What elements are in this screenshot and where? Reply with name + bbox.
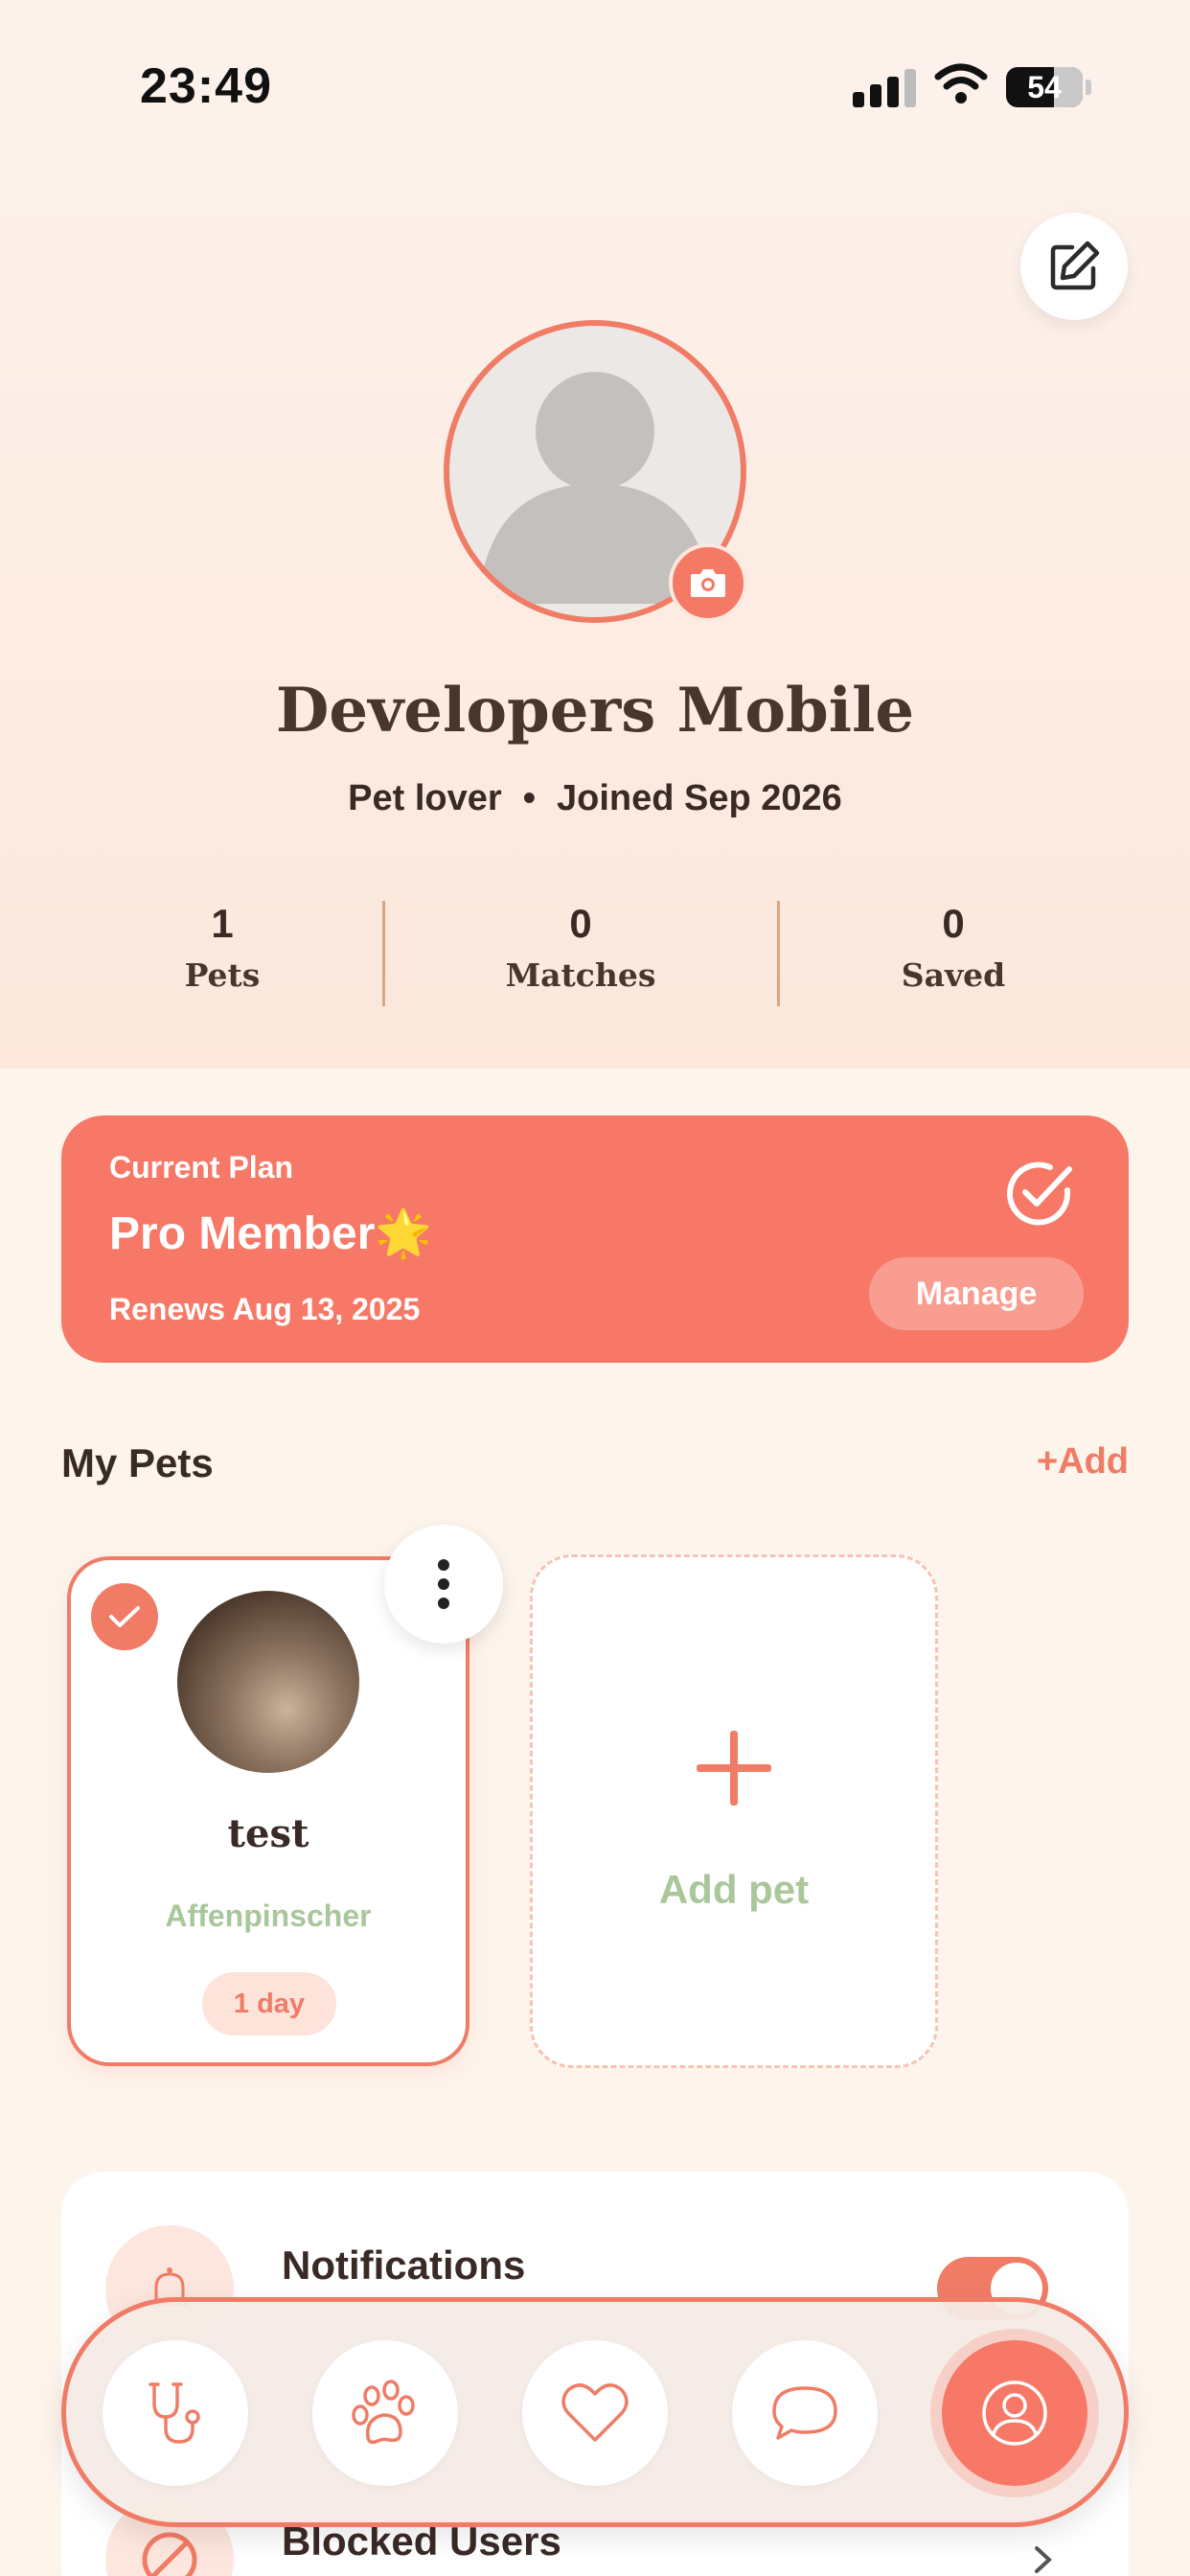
add-pet-card[interactable]: [530, 1554, 938, 2068]
stethoscope-icon: [149, 2382, 200, 2444]
stat-label: Saved: [901, 956, 1006, 994]
stat-label: Matches: [505, 956, 656, 994]
paw-icon: [352, 2380, 415, 2445]
profile-joined: Joined Sep 2026: [557, 778, 842, 818]
chat-icon: [772, 2386, 837, 2440]
stat-value: 0: [569, 901, 592, 946]
separator-dot: •: [522, 778, 537, 818]
pet-photo: [177, 1591, 359, 1773]
battery-tip: [1086, 80, 1091, 95]
plus-icon: [697, 1731, 771, 1806]
stat-label: Pets: [184, 956, 261, 994]
plan-heading: Current Plan: [109, 1150, 294, 1184]
status-time: 23:49: [140, 58, 272, 114]
nav-pets-button[interactable]: [312, 2340, 458, 2486]
plan-renews: Renews Aug 13, 2025: [109, 1292, 421, 1326]
current-plan-card: Current Plan Pro Member🌟 Renews Aug 13, …: [61, 1116, 1129, 1363]
stat-value: 1: [211, 901, 234, 946]
stat-saved[interactable]: 0 Saved: [810, 901, 1097, 994]
stat-pets[interactable]: 1 Pets: [79, 901, 366, 994]
nav-health-button[interactable]: [103, 2340, 248, 2486]
stat-divider: [382, 901, 385, 1006]
add-pet-label: Add pet: [658, 1867, 810, 1912]
plan-star-badge: 🌟: [375, 1208, 433, 1259]
battery-icon: 54: [1006, 67, 1083, 107]
battery-level: 54: [1027, 69, 1062, 104]
chevron-right-icon: [1035, 2546, 1052, 2573]
more-vertical-icon: [438, 1559, 449, 1571]
stat-value: 0: [942, 901, 965, 946]
nav-matches-button[interactable]: [522, 2340, 668, 2486]
pet-name: test: [227, 1811, 309, 1856]
stat-divider: [777, 901, 780, 1006]
stat-matches[interactable]: 0 Matches: [437, 901, 724, 994]
profile-stats: 1 Pets 0 Matches 0 Saved: [0, 901, 1190, 1006]
edit-profile-button[interactable]: [1020, 213, 1128, 320]
add-pet-link[interactable]: +Add: [1037, 1441, 1129, 1483]
pet-breed: Affenpinscher: [165, 1898, 372, 1933]
profile-tagline: Pet lover: [348, 778, 502, 818]
my-pets-title: My Pets: [61, 1440, 214, 1485]
plan-name-row: Pro Member🌟: [109, 1206, 432, 1260]
pet-age-badge: 1 day: [202, 1972, 336, 2036]
profile-subline: Pet lover • Joined Sep 2026: [0, 778, 1190, 819]
camera-icon: [691, 569, 725, 597]
nav-messages-button[interactable]: [732, 2340, 878, 2486]
plan-name: Pro Member: [109, 1208, 376, 1259]
manage-plan-button[interactable]: Manage: [869, 1257, 1084, 1330]
profile-name: Developers Mobile: [275, 675, 915, 747]
edit-icon: [1050, 241, 1100, 290]
nav-profile-button[interactable]: [942, 2340, 1087, 2486]
selected-check-icon: [91, 1583, 158, 1650]
settings-item-notifications[interactable]: Notifications: [282, 2242, 525, 2288]
pet-more-options-button[interactable]: [384, 1525, 503, 1644]
check-circle-icon: [1007, 1162, 1072, 1226]
heart-icon: [561, 2383, 629, 2442]
signal-icon: [853, 69, 916, 107]
profile-icon: [982, 2380, 1047, 2446]
change-photo-button[interactable]: [669, 543, 747, 622]
wifi-icon: [934, 63, 988, 104]
